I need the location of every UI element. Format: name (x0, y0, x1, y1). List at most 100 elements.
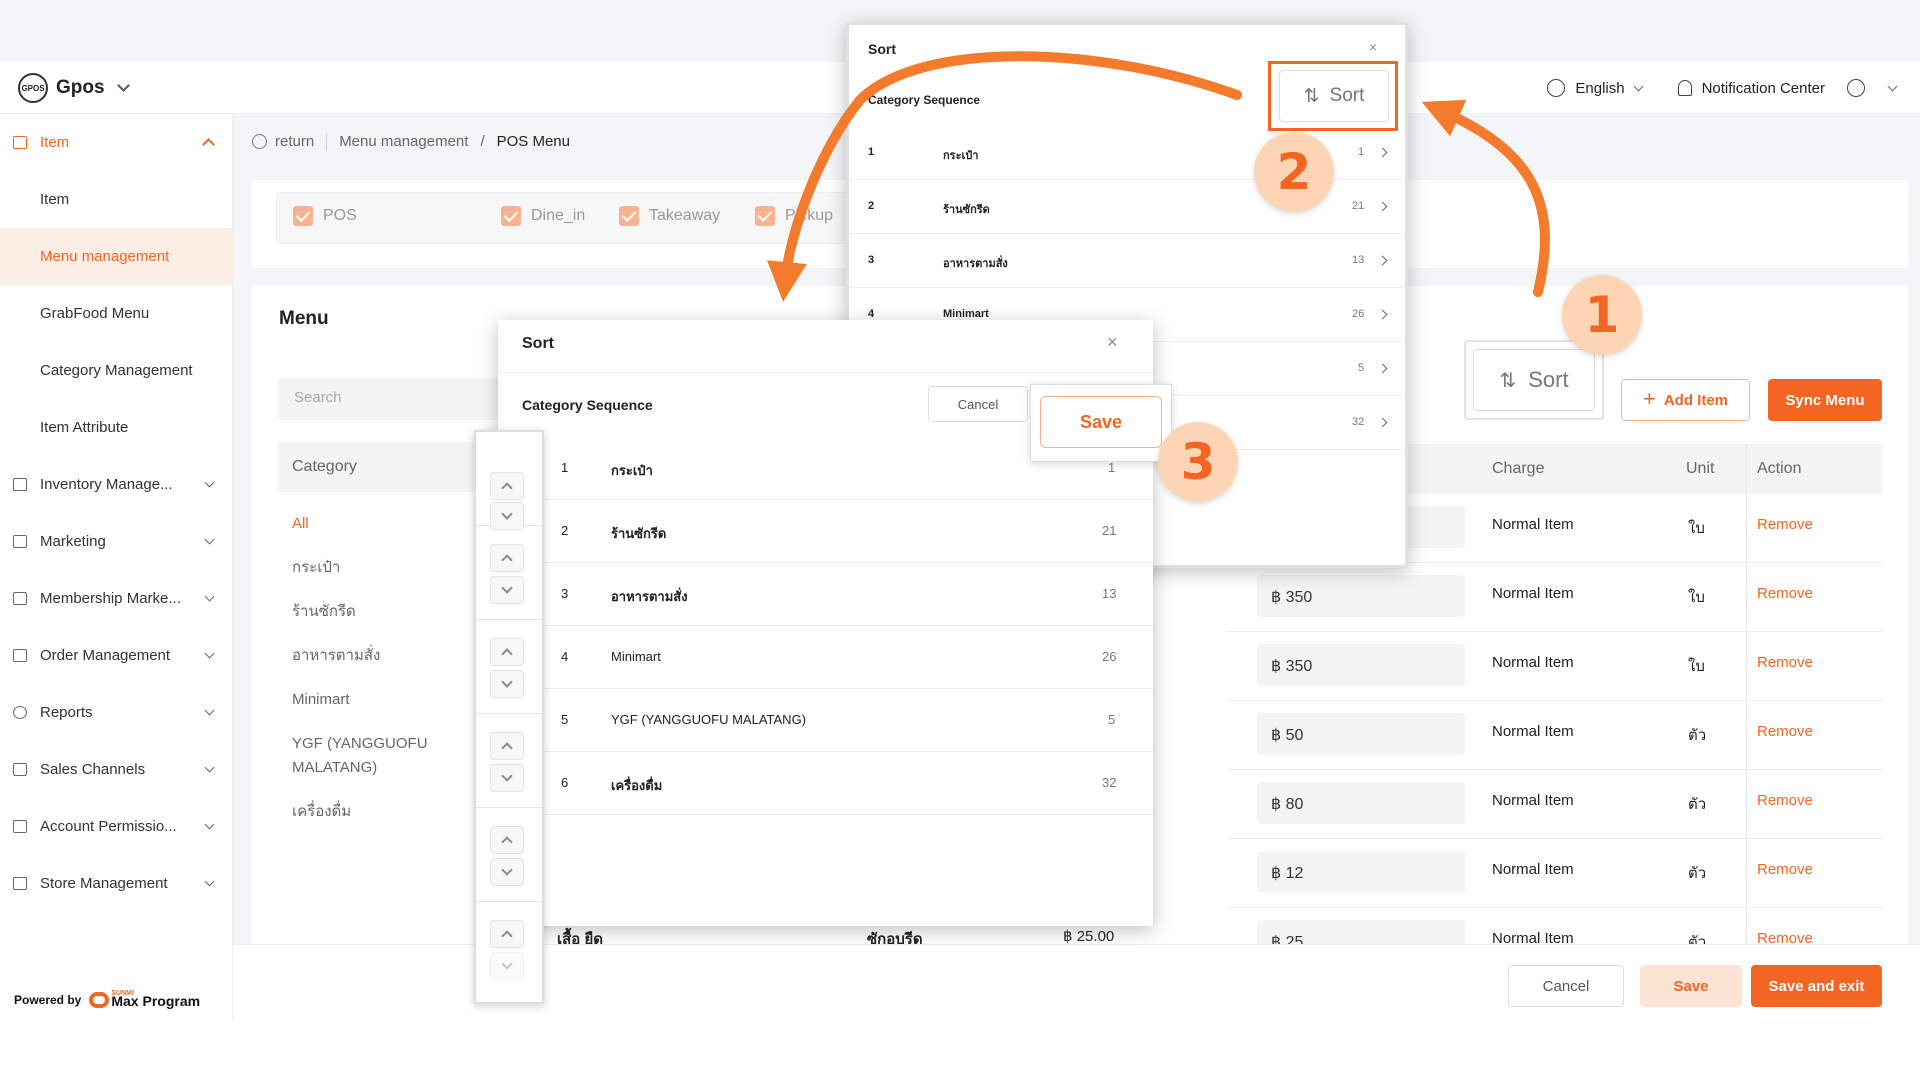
user-menu[interactable] (1847, 79, 1898, 97)
language-selector[interactable]: English (1547, 79, 1644, 97)
category-item[interactable]: เครื่องดื่ม (278, 800, 488, 824)
sidebar-item-grabfood-menu[interactable]: GrabFood Menu (0, 285, 233, 342)
breadcrumb: return Menu management / POS Menu (252, 133, 570, 150)
remove-link[interactable]: Remove (1757, 792, 1813, 809)
dialog-save-button[interactable]: Save (1040, 396, 1162, 448)
chevron-right-icon[interactable] (1377, 201, 1388, 212)
price-input[interactable]: ฿ 50 (1257, 713, 1465, 755)
unit-cell: ใบ (1688, 589, 1705, 606)
brand-switcher[interactable]: GPOS Gpos (18, 73, 130, 103)
sequence-row: 3 อาหารตามสั่ง 13 (849, 234, 1405, 288)
category-item[interactable]: Minimart (278, 688, 488, 712)
sidebar-item-label: Item (40, 191, 70, 208)
channel-label: Takeaway (649, 207, 721, 224)
sidebar-item-marketing[interactable]: Marketing (0, 513, 233, 570)
chevron-down-icon (204, 762, 215, 773)
move-up-button[interactable] (490, 826, 524, 854)
channel-pickup[interactable]: Pickup (755, 206, 833, 226)
category-item[interactable]: กระเป๋า (278, 556, 488, 580)
return-link[interactable]: return (252, 133, 314, 150)
row-name: กระเป๋า (943, 150, 979, 162)
sidebar-item-label: Order Management (40, 647, 171, 664)
remove-link[interactable]: Remove (1757, 861, 1813, 878)
chevron-up-icon (501, 648, 513, 660)
remove-link[interactable]: Remove (1757, 585, 1813, 602)
move-up-button[interactable] (490, 638, 524, 666)
cancel-button[interactable]: Cancel (1508, 965, 1624, 1007)
sync-menu-button[interactable]: Sync Menu (1768, 379, 1882, 421)
sort-button[interactable]: ⇅ Sort (1473, 349, 1595, 411)
dialog-cancel-button[interactable]: Cancel (928, 386, 1028, 422)
price-input[interactable]: ฿ 12 (1257, 851, 1465, 893)
remove-link[interactable]: Remove (1757, 654, 1813, 671)
close-icon[interactable]: × (1107, 332, 1118, 353)
category-item-all[interactable]: All (278, 512, 488, 536)
sidebar-item-category-management[interactable]: Category Management (0, 342, 233, 399)
reorder-group (476, 620, 542, 714)
sidebar-item-membership[interactable]: Membership Marke... (0, 570, 233, 627)
move-down-button[interactable] (490, 670, 524, 698)
sequence-row: 2 ร้านซักรีด 21 (498, 500, 1153, 563)
channel-takeaway[interactable]: Takeaway (619, 206, 720, 226)
unit-cell: ตัว (1688, 727, 1707, 744)
move-up-button[interactable] (490, 472, 524, 500)
sales-channels-icon (13, 763, 27, 776)
sidebar-item-item-group[interactable]: Item (0, 114, 233, 171)
remove-link[interactable]: Remove (1757, 723, 1813, 740)
row-count: 13 (1352, 254, 1365, 266)
column-charge: Charge (1492, 460, 1545, 477)
sidebar-item-inventory[interactable]: Inventory Manage... (0, 456, 233, 513)
channel-dine-in[interactable]: Dine_in (501, 206, 585, 226)
move-down-button[interactable] (490, 764, 524, 792)
brand-logo: GPOS (18, 73, 48, 103)
charge-cell: Normal Item (1492, 585, 1574, 602)
top-right-controls: English Notification Center (1547, 76, 1898, 100)
chevron-right-icon[interactable] (1377, 309, 1388, 320)
move-up-button[interactable] (490, 544, 524, 572)
sequence-row: 6 เครื่องดื่ม 32 (498, 752, 1153, 815)
add-item-button[interactable]: + Add Item (1621, 379, 1750, 421)
chevron-right-icon[interactable] (1377, 255, 1388, 266)
table-row: ฿ 80 Normal Item ตัว Remove (1226, 770, 1882, 839)
save-and-exit-button[interactable]: Save and exit (1751, 965, 1882, 1007)
close-icon[interactable]: × (1369, 39, 1377, 55)
sidebar-item-store-management[interactable]: Store Management (0, 855, 233, 912)
sidebar-item-item[interactable]: Item (0, 171, 233, 228)
category-item[interactable]: อาหารตามสั่ง (278, 644, 488, 668)
notification-center[interactable]: Notification Center (1677, 80, 1825, 97)
sidebar-item-sales-channels[interactable]: Sales Channels (0, 741, 233, 798)
search-input[interactable]: Search (278, 378, 508, 420)
chevron-down-icon (204, 876, 215, 887)
channel-selector: POS Dine_in Takeaway Pickup (276, 192, 856, 244)
price-input[interactable]: ฿ 80 (1257, 782, 1465, 824)
breadcrumb-parent[interactable]: Menu management (339, 133, 468, 150)
move-down-button[interactable] (490, 576, 524, 604)
sidebar-item-item-attribute[interactable]: Item Attribute (0, 399, 233, 456)
chevron-right-icon[interactable] (1377, 417, 1388, 428)
move-down-button[interactable] (490, 952, 524, 980)
dialog-sort-button[interactable]: ⇅ Sort (1279, 70, 1389, 122)
category-item[interactable]: YGF (YANGGUOFU MALATANG) (278, 732, 488, 780)
sidebar-item-menu-management[interactable]: Menu management (0, 228, 233, 285)
chevron-down-icon (204, 648, 215, 659)
chevron-right-icon[interactable] (1377, 363, 1388, 374)
charge-cell: Normal Item (1492, 516, 1574, 533)
language-label: English (1575, 79, 1625, 97)
sidebar-item-account-permissions[interactable]: Account Permissio... (0, 798, 233, 855)
save-button[interactable]: Save (1640, 965, 1742, 1007)
sidebar-item-order-management[interactable]: Order Management (0, 627, 233, 684)
channel-pos[interactable]: POS (293, 206, 357, 226)
row-name: YGF (YANGGUOFU MALATANG) (611, 712, 807, 727)
price-input[interactable]: ฿ 350 (1257, 644, 1465, 686)
price-input[interactable]: ฿ 350 (1257, 575, 1465, 617)
move-up-button[interactable] (490, 920, 524, 948)
row-name: กระเป๋า (611, 463, 653, 478)
powered-by-label: Powered by (14, 992, 82, 1007)
channel-label: Dine_in (531, 207, 586, 224)
chevron-right-icon[interactable] (1377, 147, 1388, 158)
move-down-button[interactable] (490, 858, 524, 886)
sidebar-item-reports[interactable]: Reports (0, 684, 233, 741)
move-up-button[interactable] (490, 732, 524, 760)
remove-link[interactable]: Remove (1757, 516, 1813, 533)
category-item[interactable]: ร้านซักรีด (278, 600, 488, 624)
